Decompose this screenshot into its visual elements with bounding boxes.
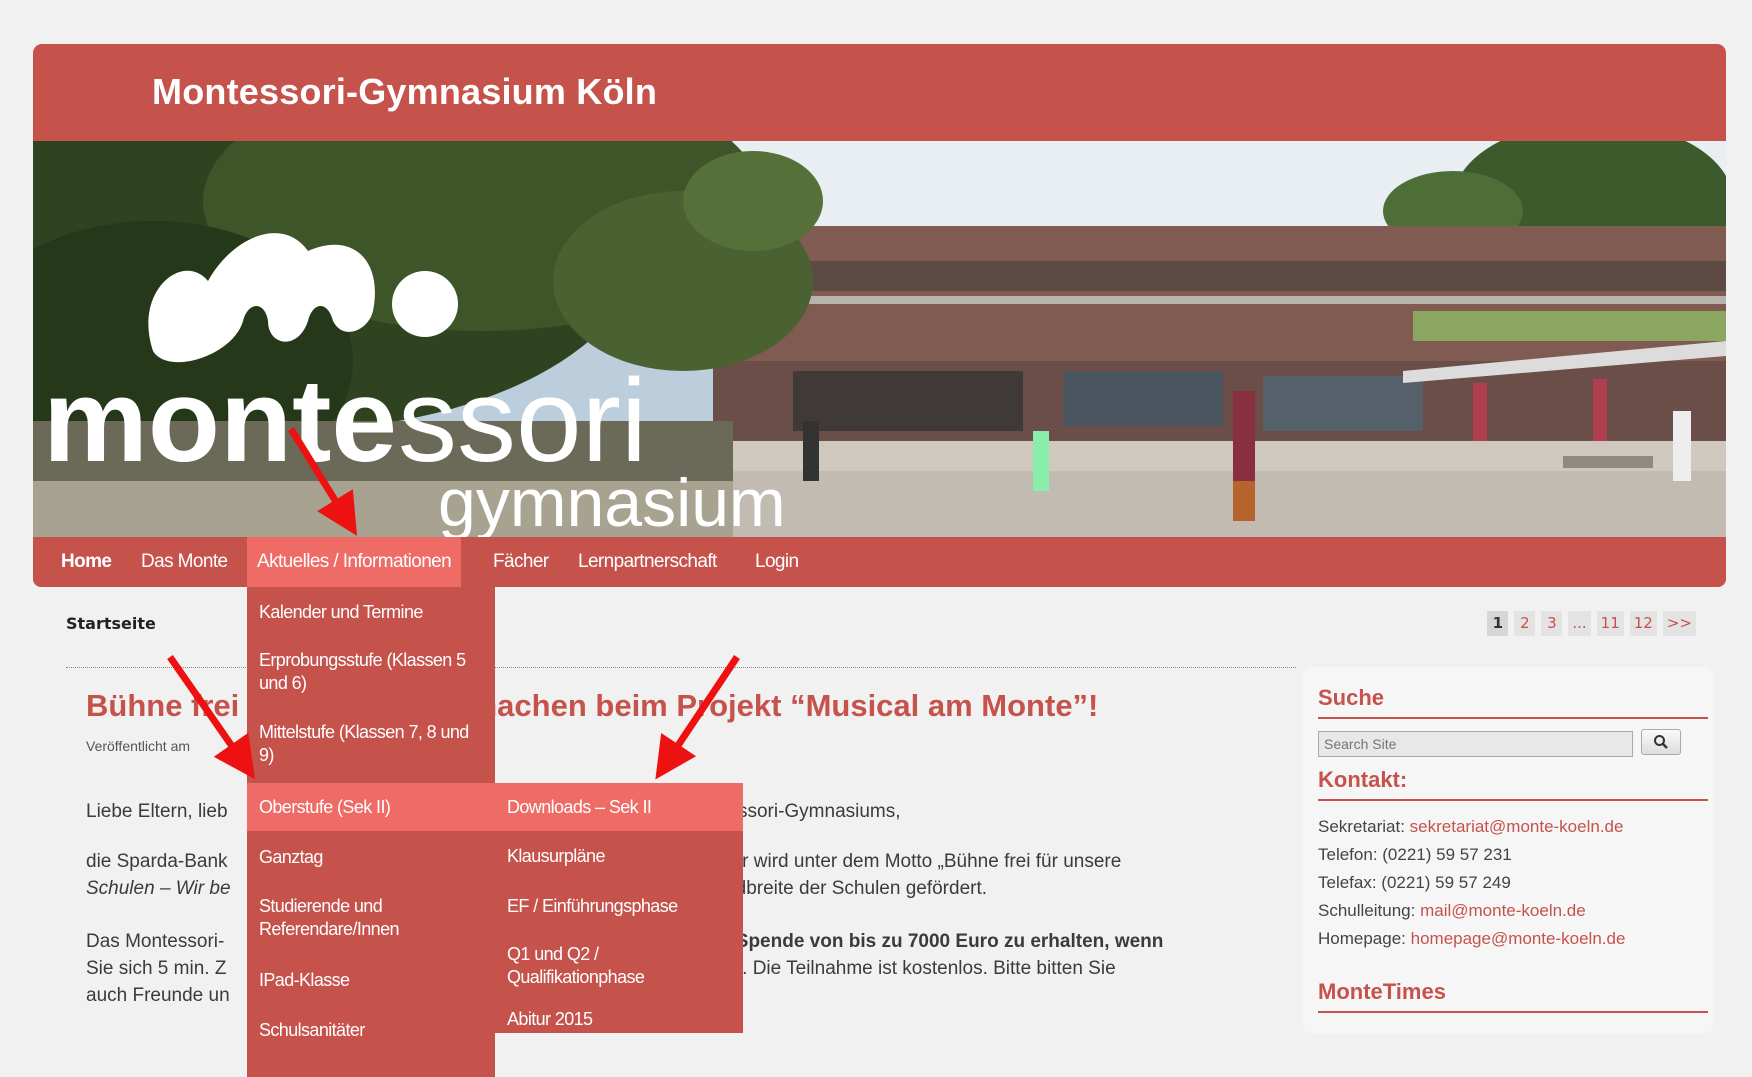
banner-image: monte ssori gymnasium [33, 141, 1726, 537]
menu-item-kalender[interactable]: Kalender und Termine [247, 601, 495, 624]
search-divider [1318, 717, 1708, 719]
contact-sekretariat: Sekretariat: sekretariat@monte-koeln.de [1318, 817, 1623, 837]
p2-line1-start: die Sparda-Bank [86, 851, 228, 872]
p3-line1-start: Das Montessori- [86, 931, 225, 952]
nav-aktuelles-informationen[interactable]: Aktuelles / Informationen [247, 537, 462, 587]
article-title[interactable]: Bühne frei tmachen beim Projekt “Musical … [86, 688, 1098, 724]
page-ellipsis: ... [1568, 611, 1591, 636]
article-title-start: Bühne frei [86, 688, 240, 723]
menu-item-schulsanitaeter[interactable]: Schulsanitäter [247, 1019, 495, 1042]
nav-lernpartnerschaft[interactable]: Lernpartnerschaft [578, 537, 717, 587]
logo-word-gymnasium: gymnasium [438, 465, 786, 537]
email-link[interactable]: homepage@monte-koeln.de [1411, 929, 1626, 948]
p3-line1-end: ne Spende von bis zu 7000 Euro zu erhalt… [708, 931, 1164, 952]
submenu-item-ef[interactable]: EF / Einführungsphase [495, 895, 743, 918]
submenu-item-q1-q2[interactable]: Q1 und Q2 / Qualifikationphase [495, 943, 743, 989]
contact-telefax: Telefax: (0221) 59 57 249 [1318, 873, 1511, 892]
contact-divider [1318, 799, 1708, 801]
menu-item-studierende[interactable]: Studierende und Referendare/Innen [247, 895, 495, 941]
site-container: Montessori-Gymnasium Köln monte ssori gy… [33, 44, 1726, 1077]
p2-line2-end: andbreite der Schulen gefördert. [714, 878, 988, 899]
pagination: 1 2 3 ... 11 12 >> [1487, 611, 1696, 636]
submenu-item-abitur[interactable]: Abitur 2015 [495, 1008, 743, 1031]
contact-label: Sekretariat: [1318, 817, 1410, 836]
sidebar: Suche Kontakt: Sekretariat: sekretariat@… [1303, 667, 1713, 1033]
menu-item-ganztag[interactable]: Ganztag [247, 846, 495, 869]
page-link[interactable]: 1 [1487, 611, 1509, 636]
main-navigation: Home Das Monte Aktuelles / Informationen… [33, 537, 1726, 587]
menu-item-oberstufe[interactable]: Oberstufe (Sek II) [247, 783, 495, 831]
search-button[interactable] [1641, 729, 1681, 755]
page-next[interactable]: >> [1662, 611, 1696, 636]
submenu-item-klausurplaene[interactable]: Klausurpläne [495, 845, 743, 868]
p3-line2-start: Sie sich 5 min. Z [86, 958, 227, 979]
page-link[interactable]: 11 [1596, 611, 1624, 636]
email-link[interactable]: sekretariat@monte-koeln.de [1410, 817, 1624, 836]
page-link[interactable]: 2 [1514, 611, 1536, 636]
published-date: Veröffentlicht am [86, 738, 191, 754]
page-link[interactable]: 12 [1629, 611, 1657, 636]
contact-label: Schulleitung: [1318, 901, 1421, 920]
nav-login[interactable]: Login [755, 537, 799, 587]
contact-schulleitung: Schulleitung: mail@monte-koeln.de [1318, 901, 1586, 921]
page-link[interactable]: 3 [1541, 611, 1563, 636]
breadcrumb[interactable]: Startseite [66, 614, 156, 633]
contact-telefon: Telefon: (0221) 59 57 231 [1318, 845, 1512, 864]
montetimes-divider [1318, 1011, 1708, 1013]
montetimes-heading: MonteTimes [1318, 979, 1446, 1004]
nav-das-monte[interactable]: Das Monte [141, 537, 228, 587]
submenu-oberstufe: Downloads – Sek II Klausurpläne EF / Ein… [495, 783, 743, 1033]
logo-word-monte: monte [43, 355, 397, 487]
p2-line2-start: Schulen – Wir be [86, 878, 231, 899]
contact-homepage: Homepage: homepage@monte-koeln.de [1318, 929, 1625, 949]
nav-faecher[interactable]: Fächer [493, 537, 549, 587]
search-input[interactable] [1318, 731, 1633, 757]
article-title-end: tmachen beim Projekt “Musical am Monte”! [459, 688, 1099, 723]
p1-start: Liebe Eltern, lieb [86, 801, 228, 822]
p3-line2-end: ben. Die Teilnahme ist kostenlos. Bitte … [710, 958, 1116, 979]
site-header: Montessori-Gymnasium Köln [33, 44, 1726, 141]
menu-item-ipad-klasse[interactable]: IPad-Klasse [247, 969, 495, 992]
p3-line3-start: auch Freunde un [86, 985, 230, 1006]
contact-label: Homepage: [1318, 929, 1411, 948]
submenu-item-downloads[interactable]: Downloads – Sek II [495, 783, 743, 831]
menu-item-mittelstufe[interactable]: Mittelstufe (Klassen 7, 8 und 9) [247, 721, 495, 767]
search-heading: Suche [1318, 685, 1385, 710]
contact-heading: Kontakt: [1318, 767, 1408, 792]
dropdown-menu: Kalender und Termine Erprobungsstufe (Kl… [247, 587, 495, 1077]
email-link[interactable]: mail@monte-koeln.de [1420, 901, 1586, 920]
banner-photo: monte ssori gymnasium [33, 141, 1726, 537]
menu-item-erprobungsstufe[interactable]: Erprobungsstufe (Klassen 5 und 6) [247, 649, 495, 695]
nav-home[interactable]: Home [61, 537, 112, 587]
site-title[interactable]: Montessori-Gymnasium Köln [152, 71, 657, 113]
page: Montessori-Gymnasium Köln monte ssori gy… [0, 0, 1752, 1077]
p2-line1-end: Jahr wird unter dem Motto „Bühne frei fü… [711, 851, 1122, 872]
search-icon [1654, 735, 1668, 749]
